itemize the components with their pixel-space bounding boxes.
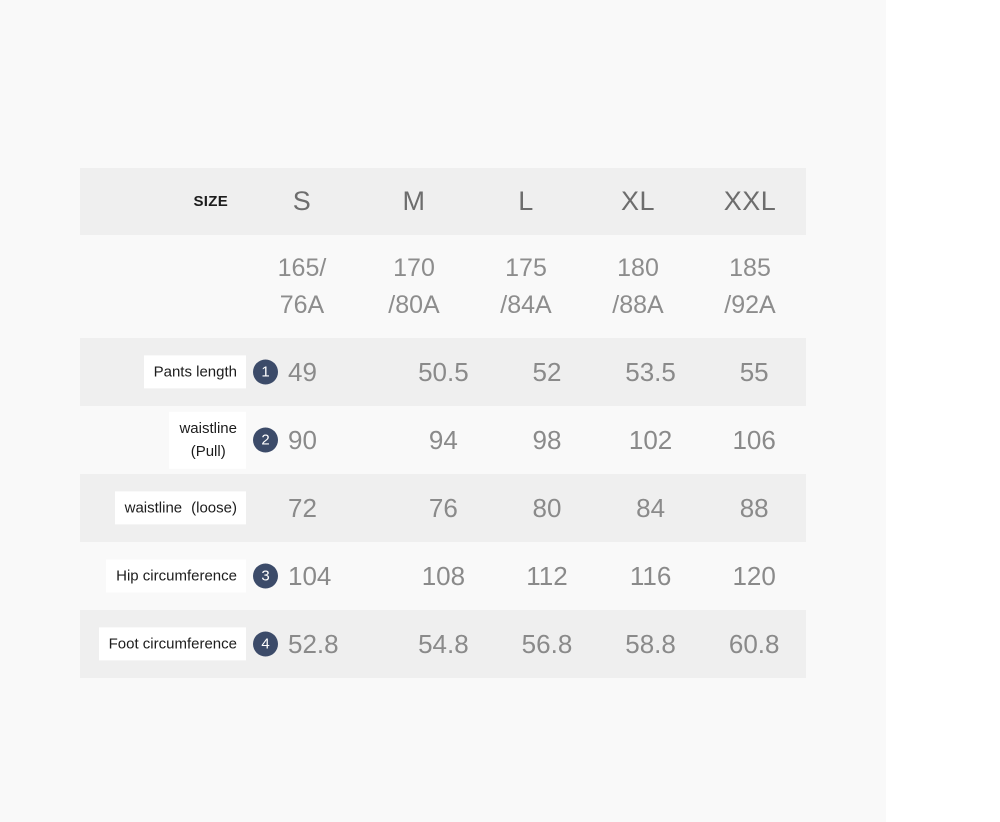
column-header-l: L <box>518 186 534 216</box>
size-code-xl: 180 /88A <box>582 235 694 338</box>
column-header-m: M <box>402 186 426 216</box>
row-label-chip-wrap: Hip circumference <box>106 559 246 593</box>
row-label-chip-wrap: Foot circumference <box>98 627 246 661</box>
row-label-cell: Foot circumference 4 <box>80 610 278 678</box>
cell-waistline-pull-xxl: 106 <box>732 424 776 455</box>
step-badge-4: 4 <box>253 631 278 657</box>
table-row: Pants length 1 49 50.5 52 53.5 55 <box>80 338 806 406</box>
cell-foot-circumference-xl: 58.8 <box>625 628 676 659</box>
column-header-xxl: XXL <box>723 186 777 216</box>
size-code-xxl-line2: /92A <box>724 290 776 319</box>
cell-waistline-loose-xxl: 88 <box>739 492 769 523</box>
row-label-cell: waistline (Pull) 2 <box>80 406 278 474</box>
cell-hip-circumference-xxl: 120 <box>732 560 776 591</box>
row-label-waistline-loose-qualifier: (loose) <box>191 499 237 517</box>
size-code-s-line2: 76A <box>279 290 325 319</box>
step-badge-2: 2 <box>253 427 278 453</box>
cell-foot-circumference-m: 54.8 <box>418 628 469 659</box>
size-code-s: 165/ 76A <box>246 235 358 338</box>
size-code-m-line1: 170 <box>393 254 435 283</box>
row-label-waistline-loose-word: waistline <box>124 499 183 517</box>
row-label-waistline-loose: waistline (loose) <box>114 491 246 525</box>
row-label-pants-length: Pants length <box>143 355 246 389</box>
cell-foot-circumference-xxl: 60.8 <box>728 628 780 659</box>
size-code-m: 170 /80A <box>358 235 470 338</box>
row-label-chip-wrap: Pants length <box>143 355 246 389</box>
cell-waistline-pull-l: 98 <box>532 424 562 455</box>
row-label-chip-wrap: waistline (Pull) <box>169 411 246 469</box>
table-row: waistline (Pull) 2 90 94 98 102 106 <box>80 406 806 474</box>
cell-waistline-loose-m: 76 <box>428 492 458 523</box>
row-label-waistline-pull-line1: waistline <box>179 419 237 437</box>
size-code-s-line1: 165/ <box>277 254 327 283</box>
row-label-hip-circumference: Hip circumference <box>106 559 246 593</box>
row-label-cell: Pants length 1 <box>80 338 278 406</box>
row-label-waistline-pull: waistline (Pull) <box>169 411 246 469</box>
size-code-xl-line2: /88A <box>612 290 664 319</box>
cell-waistline-pull-xl: 102 <box>628 424 673 455</box>
cell-waistline-loose-s: 72 <box>288 492 317 523</box>
size-header-cell: SIZE <box>80 168 246 235</box>
size-code-l: 175 /84A <box>470 235 582 338</box>
column-header-xl: XL <box>620 186 656 216</box>
row-label-cell: Hip circumference 3 <box>80 542 278 610</box>
table-row: Foot circumference 4 52.8 54.8 56.8 58.8… <box>80 610 806 678</box>
table-header-row: SIZE S M L XL XXL <box>80 168 806 235</box>
column-header-s: S <box>292 186 312 216</box>
size-code-l-line1: 175 <box>505 254 547 283</box>
cell-waistline-pull-m: 94 <box>428 424 458 455</box>
size-code-m-line2: /80A <box>388 290 440 319</box>
size-code-xxl-line1: 185 <box>729 254 771 283</box>
size-code-l-line2: /84A <box>500 290 552 319</box>
size-code-xxl: 185 /92A <box>694 235 806 338</box>
cell-foot-circumference-l: 56.8 <box>521 628 573 659</box>
step-badge-3: 3 <box>253 563 278 589</box>
cell-pants-length-xxl: 55 <box>739 356 769 387</box>
cell-hip-circumference-l: 112 <box>526 560 568 591</box>
row-label-chip-wrap: waistline (loose) <box>114 491 246 525</box>
cell-pants-length-l: 52 <box>532 356 562 387</box>
cell-waistline-loose-l: 80 <box>532 492 562 523</box>
size-chart-table: SIZE S M L XL XXL 165/ 76A 170 /80A 175 … <box>80 168 806 678</box>
cell-hip-circumference-m: 108 <box>421 560 466 591</box>
size-header-label: SIZE <box>193 193 228 210</box>
table-row: Hip circumference 3 104 108 112 116 120 <box>80 542 806 610</box>
step-badge-1: 1 <box>253 359 278 385</box>
cell-pants-length-m: 50.5 <box>418 356 469 387</box>
row-label-foot-circumference: Foot circumference <box>98 627 246 661</box>
row-label-cell: waistline (loose) <box>80 474 246 542</box>
cell-waistline-loose-xl: 84 <box>636 492 666 523</box>
row-label-waistline-pull-line2: (Pull) <box>190 443 226 460</box>
size-code-empty-cell <box>80 235 246 338</box>
cell-pants-length-xl: 53.5 <box>625 356 676 387</box>
size-code-row: 165/ 76A 170 /80A 175 /84A 180 /88A 185 … <box>80 235 806 338</box>
size-code-xl-line1: 180 <box>617 254 659 283</box>
table-row: waistline (loose) 72 76 80 84 88 <box>80 474 806 542</box>
cell-hip-circumference-xl: 116 <box>629 560 672 591</box>
